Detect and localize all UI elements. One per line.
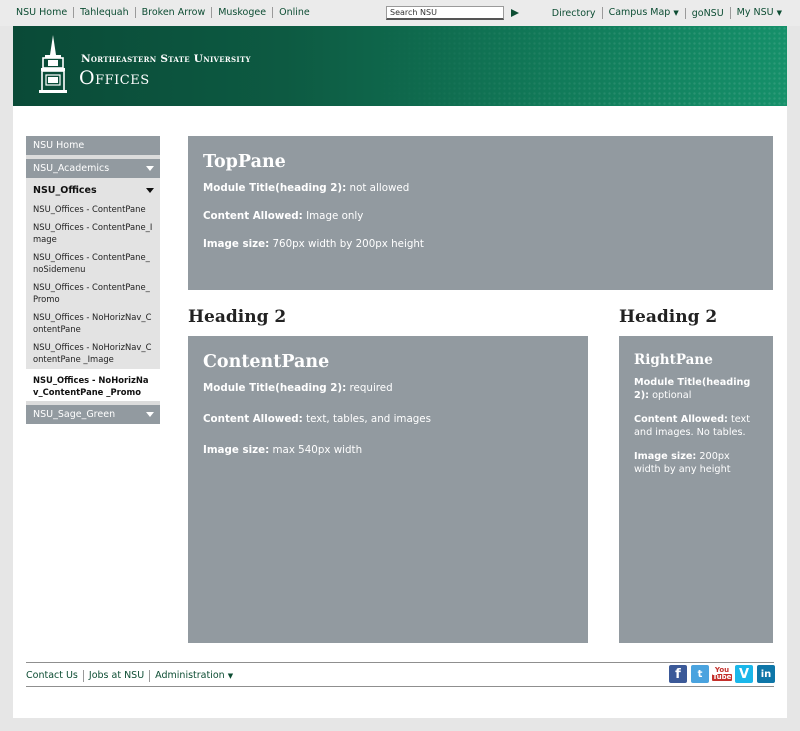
jobs-link[interactable]: Jobs at NSU (82, 670, 149, 682)
search-go-icon[interactable] (511, 9, 519, 17)
twitter-icon[interactable]: t (691, 665, 709, 683)
module-title-info: Module Title(heading 2): not allowed (203, 182, 758, 195)
pane-title: ContentPane (203, 352, 330, 372)
site-banner: Northeastern State University Offices (13, 26, 787, 106)
info-label: Content Allowed: (634, 414, 728, 425)
tahlequah-link[interactable]: Tahlequah (73, 7, 134, 18)
content-allowed-info: Content Allowed: text, tables, and image… (203, 413, 573, 426)
right-heading: Heading 2 (619, 307, 718, 327)
facebook-icon[interactable]: f (669, 665, 687, 683)
pane-title: TopPane (203, 152, 286, 172)
campus-map-menu[interactable]: Campus Map ▼ (601, 7, 685, 19)
info-label: Content Allowed: (203, 413, 303, 425)
sidemenu-subitem[interactable]: NSU_Offices - ContentPane_Image (26, 221, 160, 246)
divider (26, 662, 774, 663)
chevron-down-icon (146, 166, 154, 171)
sidemenu-subitem[interactable]: NSU_Offices - NoHorizNav_ContentPane (26, 311, 160, 336)
chevron-down-icon (146, 411, 154, 417)
sidemenu-item-active[interactable]: NSU_Offices - NoHorizNav_ContentPane _Pr… (26, 368, 160, 401)
seminary-tower-logo-icon[interactable] (39, 35, 67, 93)
right-pane: RightPane Module Title(heading 2): optio… (619, 336, 773, 643)
campus-map-label: Campus Map (608, 7, 671, 18)
broken-arrow-link[interactable]: Broken Arrow (134, 7, 212, 18)
social-links: f t You Tube V in (669, 665, 775, 683)
content-heading: Heading 2 (188, 307, 287, 327)
info-value: text, tables, and images (302, 413, 432, 425)
image-size-info: Image size: 760px width by 200px height (203, 238, 758, 251)
site-title: Offices (79, 67, 150, 89)
side-menu: NSU Home NSU_Academics NSU_Offices NSU_O… (26, 136, 160, 424)
chevron-down-icon: ▼ (673, 9, 679, 17)
my-nsu-menu[interactable]: My NSU ▼ (729, 7, 788, 19)
sidemenu-label: NSU_Academics (33, 163, 110, 174)
sidemenu-label: NSU_Offices (33, 185, 97, 196)
utility-bar: NSU Home Tahlequah Broken Arrow Muskogee… (0, 0, 800, 26)
sidemenu-item-nsu-home[interactable]: NSU Home (26, 136, 160, 155)
online-link[interactable]: Online (272, 7, 316, 18)
top-pane: TopPane Module Title(heading 2): not all… (188, 136, 773, 290)
module-title-info: Module Title(heading 2): required (203, 382, 573, 395)
directory-link[interactable]: Directory (546, 8, 602, 19)
chevron-down-icon: ▼ (776, 9, 782, 17)
module-title-info: Module Title(heading 2): optional (634, 377, 758, 402)
image-size-info: Image size: max 540px width (203, 444, 573, 457)
info-label: Image size: (203, 444, 270, 456)
info-value: max 540px width (269, 444, 363, 456)
info-value: optional (649, 389, 692, 401)
sidemenu-offices-group: NSU_Offices NSU_Offices - ContentPane NS… (26, 178, 160, 369)
info-label: Image size: (203, 238, 270, 250)
info-label: Module Title(heading 2): (203, 382, 347, 394)
info-value: Image only (302, 210, 364, 222)
banner-pattern (367, 26, 787, 106)
sidemenu-subitem[interactable]: NSU_Offices - ContentPane (26, 203, 160, 216)
contact-us-link[interactable]: Contact Us (26, 670, 83, 682)
chevron-down-icon: ▼ (227, 672, 234, 680)
footer-links: Contact Us Jobs at NSU Administration ▼ (26, 670, 238, 682)
content-allowed-info: Content Allowed: text and images. No tab… (634, 414, 758, 439)
page-container: Northeastern State University Offices NS… (13, 26, 787, 718)
university-name: Northeastern State University (81, 53, 251, 65)
sidemenu-subitem[interactable]: NSU_Offices - NoHorizNav_ContentPane _Im… (26, 341, 160, 366)
utility-links: Directory Campus Map ▼ goNSU My NSU ▼ (546, 7, 788, 19)
administration-menu[interactable]: Administration ▼ (149, 670, 238, 682)
info-label: Module Title(heading 2): (203, 182, 347, 194)
image-size-info: Image size: 200px width by any height (634, 451, 758, 476)
gonsu-link[interactable]: goNSU (684, 7, 730, 19)
content-allowed-info: Content Allowed: Image only (203, 210, 758, 223)
vimeo-icon[interactable]: V (735, 665, 753, 683)
sidemenu-subitem[interactable]: NSU_Offices - ContentPane_Promo (26, 281, 160, 306)
chevron-down-icon (146, 188, 154, 193)
campus-links: NSU Home Tahlequah Broken Arrow Muskogee… (10, 7, 316, 18)
content-pane: ContentPane Module Title(heading 2): req… (188, 336, 588, 643)
sidemenu-item-academics[interactable]: NSU_Academics (26, 159, 160, 178)
youtube-icon[interactable]: You Tube (711, 665, 733, 683)
info-label: Content Allowed: (203, 210, 303, 222)
nsu-home-link[interactable]: NSU Home (10, 7, 73, 18)
sidemenu-item-sage-green[interactable]: NSU_Sage_Green (26, 404, 160, 424)
muskogee-link[interactable]: Muskogee (211, 7, 272, 18)
sidemenu-item-offices[interactable]: NSU_Offices (26, 183, 160, 198)
pane-title: RightPane (634, 352, 713, 368)
sidemenu-label: NSU_Sage_Green (33, 408, 116, 420)
sidemenu-subitem[interactable]: NSU_Offices - ContentPane_noSidemenu (26, 251, 160, 276)
info-value: not allowed (346, 182, 410, 194)
info-value: 760px width by 200px height (269, 238, 424, 250)
search-input[interactable] (386, 6, 504, 20)
sidemenu-label: NSU Home (33, 140, 85, 151)
search-box (386, 6, 519, 20)
my-nsu-label: My NSU (736, 7, 774, 18)
divider (26, 686, 774, 687)
info-value: required (346, 382, 393, 394)
linkedin-icon[interactable]: in (757, 665, 775, 683)
administration-label: Administration (155, 670, 225, 681)
info-label: Image size: (634, 451, 697, 462)
